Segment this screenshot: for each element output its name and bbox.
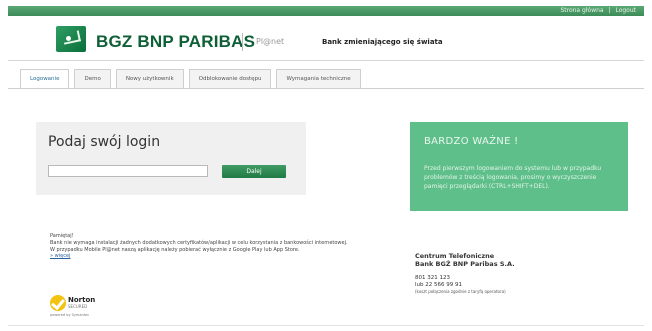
tab-new-user[interactable]: Nowy użytkownik <box>115 69 184 88</box>
contact-phone-1: 801 321 123 <box>415 275 450 281</box>
logout-link[interactable]: Logout <box>615 7 636 14</box>
brand-divider <box>242 33 243 51</box>
important-notice-panel: BARDZO WAŻNE ! Przed pierwszym logowanie… <box>410 122 628 211</box>
login-title: Podaj swój login <box>48 134 161 150</box>
norton-badge[interactable]: Norton SECURED powered by Symantec <box>50 292 102 317</box>
top-links: Strona główna | Logout <box>557 6 636 16</box>
more-link[interactable]: » więcej <box>50 253 372 260</box>
top-links-separator: | <box>608 7 611 14</box>
norton-secured: SECURED <box>68 304 88 309</box>
login-panel: Podaj swój login Dalej <box>36 122 306 195</box>
slogan: Bank zmieniającego się świata <box>322 38 443 46</box>
tab-tech-requirements[interactable]: Wymagania techniczne <box>276 69 361 88</box>
home-link[interactable]: Strona główna <box>560 7 603 14</box>
notice-line-1: Bank nie wymaga instalacji żadnych dodat… <box>50 239 348 246</box>
notice-line-2: W przypadku Mobile Pl@net naszą aplikacj… <box>50 246 300 253</box>
brand-name: BGZ BNP PARIBAS <box>96 32 256 51</box>
tab-bar: Logowanie Demo Nowy użytkownik Odblokowa… <box>20 69 366 89</box>
contact-phone-2: lub 22 566 99 91 <box>415 282 462 288</box>
product-name: Pl@net <box>256 37 285 46</box>
tab-logowanie[interactable]: Logowanie <box>20 69 70 88</box>
norton-label: Norton <box>68 296 96 304</box>
login-input[interactable] <box>48 165 208 177</box>
security-notice: Pamiętaj! Bank nie wymaga instalacji żad… <box>50 233 372 260</box>
norton-powered-by: powered by Symantec <box>50 313 90 317</box>
contact-title: Centrum Telefoniczne <box>415 252 495 260</box>
top-bar: Strona główna | Logout <box>8 6 644 16</box>
important-title: BARDZO WAŻNE ! <box>424 136 519 147</box>
contact-info: Centrum Telefoniczne Bank BGŻ BNP Pariba… <box>415 252 633 295</box>
bank-logo-icon[interactable] <box>56 26 86 52</box>
site-header: BGZ BNP PARIBAS Pl@net Bank zmieniająceg… <box>8 16 644 61</box>
footer-divider <box>8 325 644 326</box>
checkmark-icon <box>50 295 66 311</box>
tab-underline <box>8 88 644 89</box>
contact-note: (koszt połączenia zgodnie z taryfą opera… <box>415 289 506 294</box>
tab-unlock-access[interactable]: Odblokowanie dostępu <box>188 69 272 88</box>
next-button[interactable]: Dalej <box>222 165 286 178</box>
tab-demo[interactable]: Demo <box>74 69 111 88</box>
contact-bank: Bank BGŻ BNP Paribas S.A. <box>415 260 515 268</box>
important-text: Przed pierwszym logowaniem do systemu lu… <box>424 165 602 190</box>
notice-heading: Pamiętaj! <box>50 233 74 239</box>
